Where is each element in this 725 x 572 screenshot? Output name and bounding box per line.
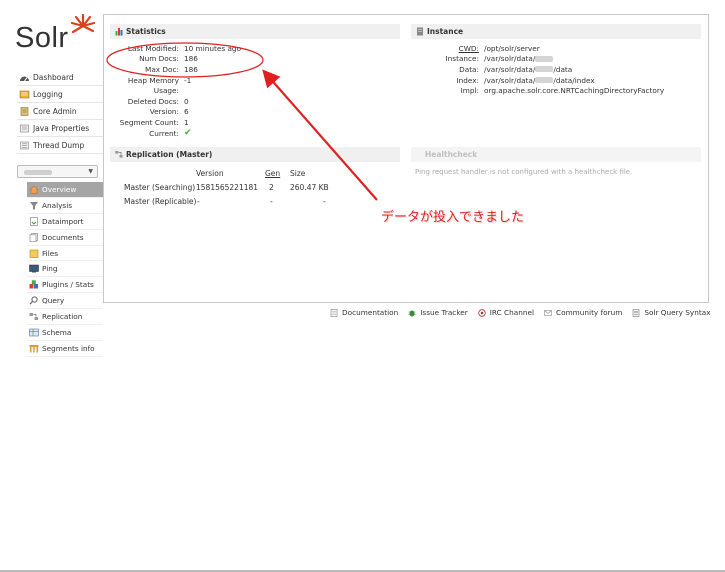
- annotation-text: データが投入できました: [381, 210, 525, 225]
- annotation-arrow: [262, 69, 378, 201]
- annotation-ellipse: [106, 42, 264, 78]
- annotation-overlay: [106, 42, 378, 201]
